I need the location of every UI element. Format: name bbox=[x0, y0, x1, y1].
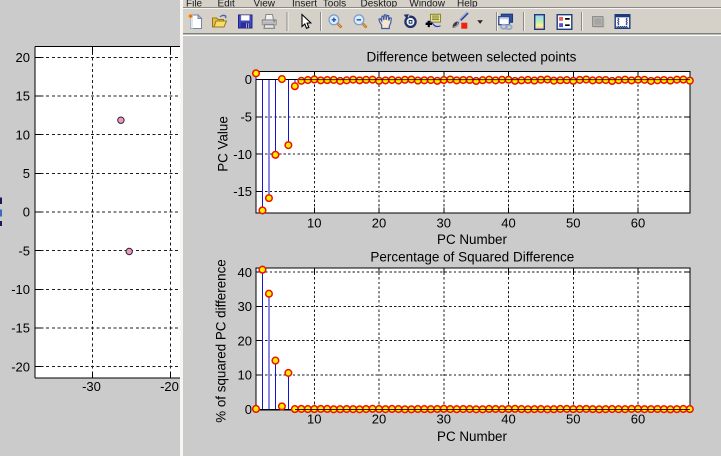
svg-text:Difference between selected po: Difference between selected points bbox=[367, 50, 577, 65]
svg-text:15: 15 bbox=[16, 89, 30, 104]
svg-text:0: 0 bbox=[245, 402, 252, 417]
svg-text:20: 20 bbox=[372, 412, 386, 427]
svg-text:-10: -10 bbox=[11, 282, 30, 297]
svg-text:PC Number: PC Number bbox=[437, 429, 507, 444]
svg-text:40: 40 bbox=[501, 412, 515, 427]
svg-text:5: 5 bbox=[23, 166, 30, 181]
svg-text:-20: -20 bbox=[160, 379, 179, 394]
svg-text:PC Number: PC Number bbox=[437, 232, 507, 247]
svg-text:-20: -20 bbox=[11, 359, 30, 374]
svg-text:30: 30 bbox=[437, 412, 451, 427]
svg-text:20: 20 bbox=[16, 50, 30, 65]
svg-text:Percentage of Squared Differen: Percentage of Squared Difference bbox=[370, 249, 574, 264]
svg-text:-30: -30 bbox=[82, 379, 101, 394]
svg-text:40: 40 bbox=[501, 216, 515, 231]
svg-text:-10: -10 bbox=[233, 147, 252, 162]
svg-text:0: 0 bbox=[23, 205, 30, 220]
svg-text:PC Value: PC Value bbox=[216, 116, 231, 172]
svg-text:0: 0 bbox=[245, 72, 252, 87]
svg-text:10: 10 bbox=[307, 412, 321, 427]
svg-text:40: 40 bbox=[238, 265, 252, 280]
svg-text:50: 50 bbox=[566, 412, 580, 427]
svg-text:-5: -5 bbox=[240, 110, 252, 125]
svg-text:60: 60 bbox=[631, 412, 645, 427]
svg-text:30: 30 bbox=[238, 299, 252, 314]
svg-text:20: 20 bbox=[372, 216, 386, 231]
svg-text:30: 30 bbox=[437, 216, 451, 231]
svg-text:% of squared PC difference: % of squared PC difference bbox=[214, 259, 229, 423]
svg-text:10: 10 bbox=[307, 216, 321, 231]
svg-text:10: 10 bbox=[16, 127, 30, 142]
svg-text:60: 60 bbox=[631, 216, 645, 231]
svg-text:-15: -15 bbox=[11, 321, 30, 336]
svg-text:50: 50 bbox=[566, 216, 580, 231]
svg-text:-15: -15 bbox=[233, 184, 252, 199]
svg-text:20: 20 bbox=[238, 333, 252, 348]
svg-text:10: 10 bbox=[238, 368, 252, 383]
svg-text:-5: -5 bbox=[18, 243, 30, 258]
